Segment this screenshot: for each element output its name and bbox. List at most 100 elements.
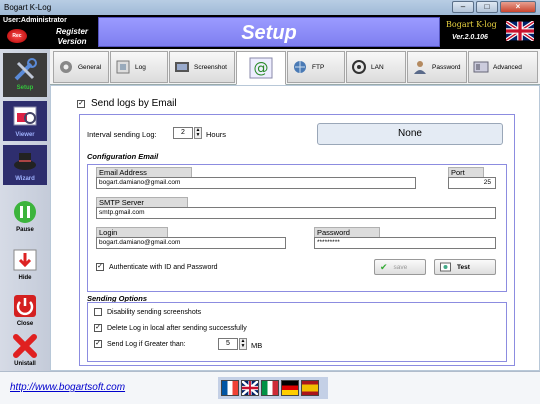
interval-input[interactable]: 2 [173,127,193,139]
delete-local-option[interactable]: ✓ Delete Log in local after sending succ… [94,324,247,332]
authenticate-toggle[interactable]: ✓ Authenticate with ID and Password [96,263,218,271]
user-label: User:Administrator [3,17,67,24]
spain-flag-icon[interactable] [301,380,319,396]
register-line1: Register [56,27,89,36]
svg-text:@: @ [254,59,269,77]
website-link[interactable]: http://www.bogartsoft.com [10,382,125,393]
uk-flag-icon[interactable] [506,21,534,41]
login-label: Login [96,227,168,237]
size-threshold-spinner[interactable]: ▲ ▼ [239,338,247,350]
tools-icon [14,58,37,81]
page-title: Setup [98,17,440,47]
password-label: Password [314,227,380,237]
sidebar-item-label: Setup [16,85,34,91]
send-logs-label: Send logs by Email [91,98,177,109]
size-threshold-option[interactable]: ✓ Send Log if Greater than: [94,340,186,348]
brand-name: Bogart K-log [446,20,497,29]
user-icon [414,61,426,74]
smtp-server-label: SMTP Server [96,197,188,207]
save-button[interactable]: ✔ save [374,259,426,275]
authenticate-label: Authenticate with ID and Password [109,263,218,271]
authenticate-checkbox[interactable]: ✓ [96,263,104,271]
sidebar-item-label: Hide [18,275,32,281]
delete-local-checkbox[interactable]: ✓ [94,324,102,332]
tab-password[interactable]: Password [407,51,467,83]
interval-unit: Hours [206,130,227,139]
config-email-title: Configuration Email [87,152,159,161]
brand-version: Ver.2.0.106 [452,34,488,41]
checkmark-icon: ✔ [380,261,388,272]
advanced-icon [473,61,489,73]
port-field[interactable]: 25 [448,177,496,189]
send-logs-checkbox[interactable]: ✓ [77,99,85,108]
sidebar-item-uninstall[interactable]: Unistall [3,333,47,373]
sidebar-item-viewer[interactable]: Viewer [3,101,47,141]
smtp-server-field[interactable]: smtp.gmail.com [96,207,496,219]
maximize-button[interactable]: □ [476,1,498,13]
sidebar-item-label: Wizard [15,176,35,182]
tab-advanced[interactable]: Advanced [468,51,538,83]
status-box: None [317,123,503,145]
size-threshold-checkbox[interactable]: ✓ [94,340,102,348]
tab-label: Screenshot [194,63,227,71]
pause-icon [14,201,36,223]
uk-flag-icon[interactable] [241,380,259,396]
disable-screenshots-checkbox[interactable] [94,308,102,316]
close-window-button[interactable]: × [500,1,536,13]
disable-screenshots-option[interactable]: Disability sending screenshots [94,308,201,316]
hide-icon [13,249,37,271]
tab-screenshot[interactable]: Screenshot [169,51,235,83]
top-bar: User:Administrator Rec Register Version … [0,15,540,49]
screenshot-icon [175,62,189,72]
gear-icon [60,61,72,73]
brand-box: Bogart K-log Ver.2.0.106 [442,17,538,47]
record-button[interactable]: Rec [7,29,27,43]
test-label: Test [457,263,470,271]
tab-label: LAN [371,63,384,71]
email-address-field[interactable]: bogart.damiano@gmail.com [96,177,416,189]
record-label: Rec [12,33,22,39]
email-at-icon: @ [249,57,273,79]
save-label: save [393,263,408,271]
sidebar-item-pause[interactable]: Pause [3,199,47,239]
test-button[interactable]: Test [434,259,496,275]
sidebar-item-setup[interactable]: Setup [3,53,47,97]
sidebar: Setup Viewer Wizard Pause Hide Close Uni… [0,49,50,371]
size-threshold-input[interactable]: 5 [218,338,238,350]
config-email-group: Email Address bogart.damiano@gmail.com P… [87,164,507,292]
tab-log[interactable]: Log [110,51,168,83]
viewer-icon [13,106,37,126]
tab-ftp[interactable]: FTP [287,51,345,83]
lan-icon [352,60,366,74]
email-address-label: Email Address [96,167,192,177]
interval-label: Interval sending Log: [87,130,157,139]
minimize-button[interactable]: – [452,1,474,13]
sidebar-item-hide[interactable]: Hide [3,247,47,287]
wizard-icon [14,153,36,170]
tab-label: General [78,63,102,71]
tab-bar: General Log Screenshot @ FTP LAN Passwor… [50,49,540,85]
register-version-link[interactable]: Register Version [56,27,88,47]
port-label: Port [448,167,484,177]
france-flag-icon[interactable] [221,380,239,396]
sidebar-item-wizard[interactable]: Wizard [3,145,47,185]
power-icon [14,295,36,317]
login-field[interactable]: bogart.damiano@gmail.com [96,237,286,249]
user-box: User:Administrator Rec Register Version [1,16,97,48]
tab-general[interactable]: General [53,51,109,83]
italy-flag-icon[interactable] [261,380,279,396]
germany-flag-icon[interactable] [281,380,299,396]
tab-lan[interactable]: LAN [346,51,406,83]
x-icon [13,334,37,358]
sidebar-item-close[interactable]: Close [3,293,47,333]
send-logs-toggle[interactable]: ✓ Send logs by Email [77,98,177,109]
register-line2: Version [57,37,87,46]
tab-email[interactable]: @ [236,51,286,85]
password-field[interactable]: ********* [314,237,496,249]
disable-screenshots-label: Disability sending screenshots [107,308,202,316]
sidebar-item-label: Viewer [15,132,35,138]
footer-bar: http://www.bogartsoft.com [0,371,540,404]
interval-spinner[interactable]: ▲ ▼ [194,127,202,139]
tab-label: Advanced [493,63,522,71]
sidebar-item-label: Unistall [14,361,36,367]
